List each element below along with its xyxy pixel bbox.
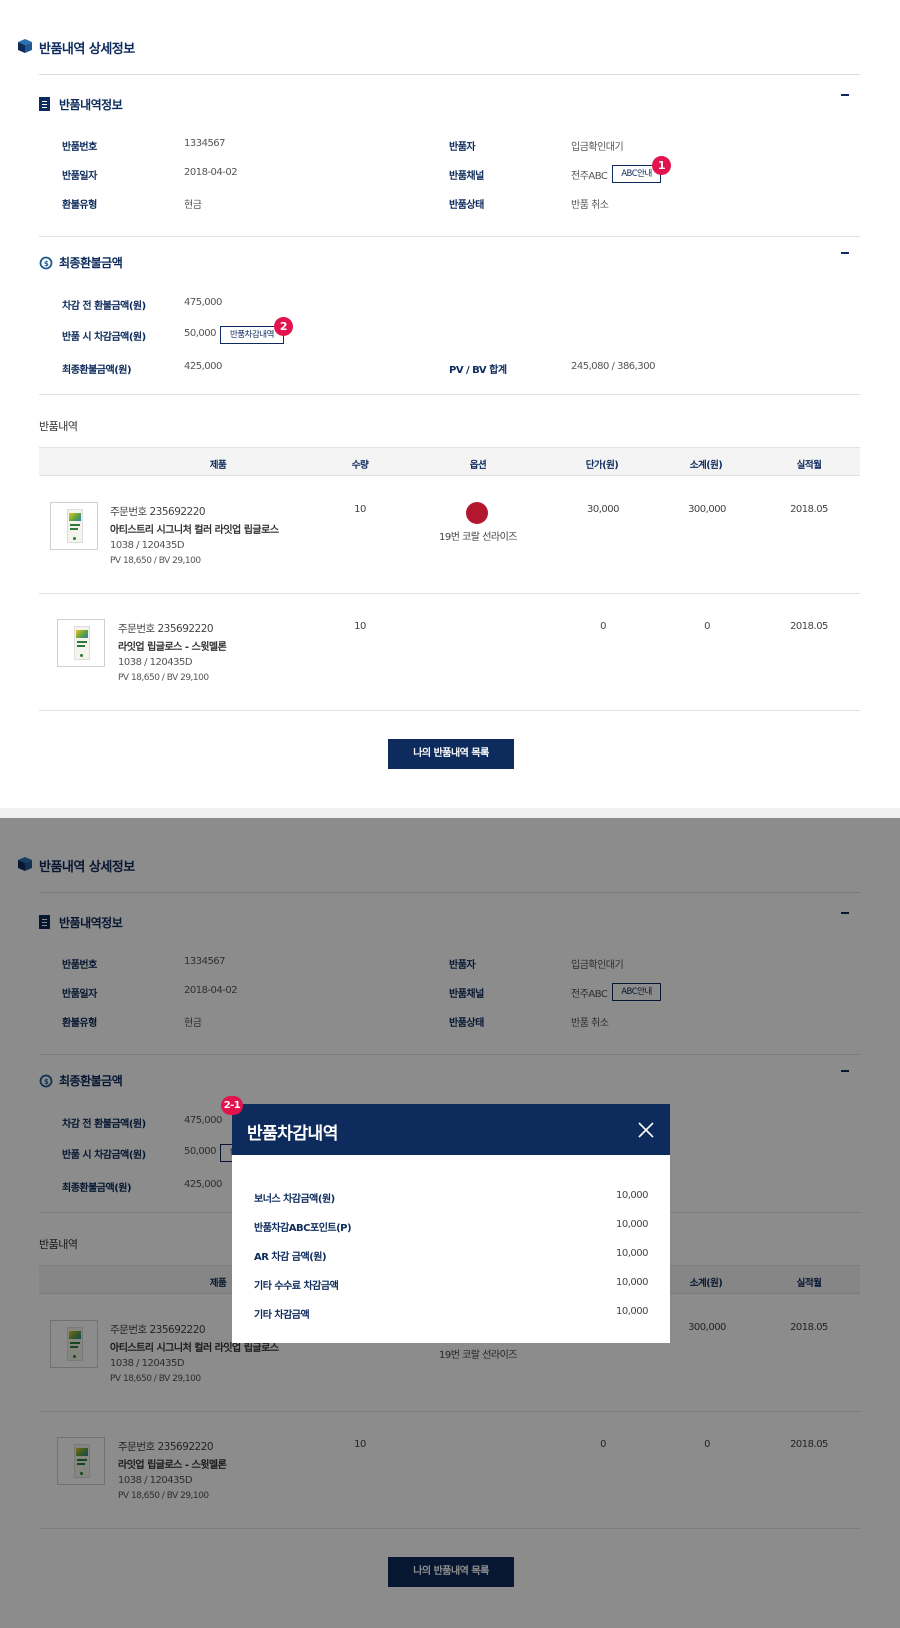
cell-qty: 10 xyxy=(354,621,366,632)
cell-subtotal: 0 xyxy=(704,621,710,632)
col-month: 실적월 xyxy=(796,460,822,471)
divider xyxy=(39,394,860,395)
annotation-badge: 2-1 xyxy=(221,1096,243,1115)
value-returner: 입금확인대기 xyxy=(571,142,624,153)
label-refund-type: 환불유형 xyxy=(62,200,97,211)
option-color-swatch xyxy=(466,502,488,524)
deduction-detail-modal: 반품차감내역 보너스 차감금액(원) 10,000 반품차감ABC포인트(P) … xyxy=(232,1104,670,1343)
separator xyxy=(0,808,900,818)
product-name[interactable]: 아티스트리 시그니처 컬러 라잇업 립글로스 xyxy=(110,521,279,536)
refund-cycle-icon: $ xyxy=(39,256,53,270)
annotation-badge: 2 xyxy=(274,317,293,336)
product-image[interactable] xyxy=(57,619,105,667)
label-pvbv-total: PV / BV 합계 xyxy=(449,365,507,376)
col-product: 제품 xyxy=(209,460,227,471)
modal-row-value: 10,000 xyxy=(616,1306,649,1317)
col-qty: 수량 xyxy=(351,460,369,471)
minus-icon[interactable] xyxy=(841,94,849,96)
product-code: 1038 / 120435D xyxy=(118,657,193,668)
label-return-date: 반품일자 xyxy=(62,171,97,182)
modal-row-label: AR 차감 금액(원) xyxy=(254,1252,327,1263)
document-icon xyxy=(39,97,50,111)
modal-header: 반품차감내역 xyxy=(232,1104,670,1155)
product-pv-bv: PV 18,650 / BV 29,100 xyxy=(110,556,201,566)
close-icon[interactable] xyxy=(637,1121,655,1139)
product-image[interactable] xyxy=(50,502,98,550)
return-detail-panel: 반품내역 상세정보 반품내역정보 반품번호 1334567 반품자 입금확인대기… xyxy=(0,0,900,808)
label-before-amount: 차감 전 환불금액(원) xyxy=(62,301,146,312)
modal-title: 반품차감내역 xyxy=(247,1124,338,1144)
order-number: 주문번호 235692220 xyxy=(118,623,214,635)
value-deduct-amount: 50,000 xyxy=(184,328,217,339)
order-number: 주문번호 235692220 xyxy=(110,506,206,518)
my-return-list-button[interactable]: 나의 반품내역 목록 xyxy=(388,739,514,769)
col-price: 단가(원) xyxy=(585,460,619,471)
product-pv-bv: PV 18,650 / BV 29,100 xyxy=(118,673,209,683)
row-divider xyxy=(39,710,860,711)
cell-option: 19번 코랄 선라이즈 xyxy=(439,532,517,543)
label-final-amount: 최종환불금액(원) xyxy=(62,365,132,376)
value-return-no: 1334567 xyxy=(184,138,226,149)
minus-icon[interactable] xyxy=(841,252,849,254)
modal-row-label: 기타 차감금액 xyxy=(254,1310,310,1321)
section-title-list: 반품내역 xyxy=(39,420,78,433)
modal-row-label: 보너스 차감금액(원) xyxy=(254,1194,335,1205)
label-status: 반품상태 xyxy=(449,200,484,211)
product-code: 1038 / 120435D xyxy=(110,540,185,551)
value-final-amount: 425,000 xyxy=(184,361,222,372)
modal-row-value: 10,000 xyxy=(616,1190,649,1201)
label-deduct-amount: 반품 시 차감금액(원) xyxy=(62,332,146,343)
divider xyxy=(39,74,860,75)
cell-subtotal: 300,000 xyxy=(688,504,726,515)
modal-row-label: 반품차감ABC포인트(P) xyxy=(254,1223,352,1234)
row-divider xyxy=(39,593,860,594)
col-option: 옵션 xyxy=(469,460,487,471)
cell-month: 2018.05 xyxy=(790,504,828,515)
label-channel: 반품채널 xyxy=(449,171,484,182)
col-subtotal: 소계(원) xyxy=(689,460,723,471)
section-title-refund: 최종환불금액 xyxy=(59,256,123,270)
modal-row-label: 기타 수수료 차감금액 xyxy=(254,1281,339,1292)
cell-price: 0 xyxy=(600,621,606,632)
annotation-badge: 1 xyxy=(652,156,671,175)
modal-row-value: 10,000 xyxy=(616,1248,649,1259)
box-icon xyxy=(18,39,32,53)
modal-row-value: 10,000 xyxy=(616,1219,649,1230)
cell-month: 2018.05 xyxy=(790,621,828,632)
product-name[interactable]: 라잇업 립글로스 - 스윗멜론 xyxy=(118,638,227,653)
value-before-amount: 475,000 xyxy=(184,297,222,308)
section-title-info: 반품내역정보 xyxy=(59,98,123,112)
cell-price: 30,000 xyxy=(587,504,620,515)
value-pvbv-total: 245,080 / 386,300 xyxy=(571,361,655,372)
divider xyxy=(39,236,860,237)
value-return-date: 2018-04-02 xyxy=(184,167,238,178)
page-title: 반품내역 상세정보 xyxy=(39,42,135,57)
label-returner: 반품자 xyxy=(449,142,476,153)
table-header: 제품 수량 옵션 단가(원) 소계(원) 실적월 xyxy=(39,447,860,476)
value-refund-type: 현금 xyxy=(184,200,202,211)
value-channel: 전주ABC xyxy=(571,171,608,182)
value-status: 반품 취소 xyxy=(571,200,609,211)
modal-row-value: 10,000 xyxy=(616,1277,649,1288)
svg-text:$: $ xyxy=(44,260,49,268)
label-return-no: 반품번호 xyxy=(62,142,97,153)
cell-qty: 10 xyxy=(354,504,366,515)
